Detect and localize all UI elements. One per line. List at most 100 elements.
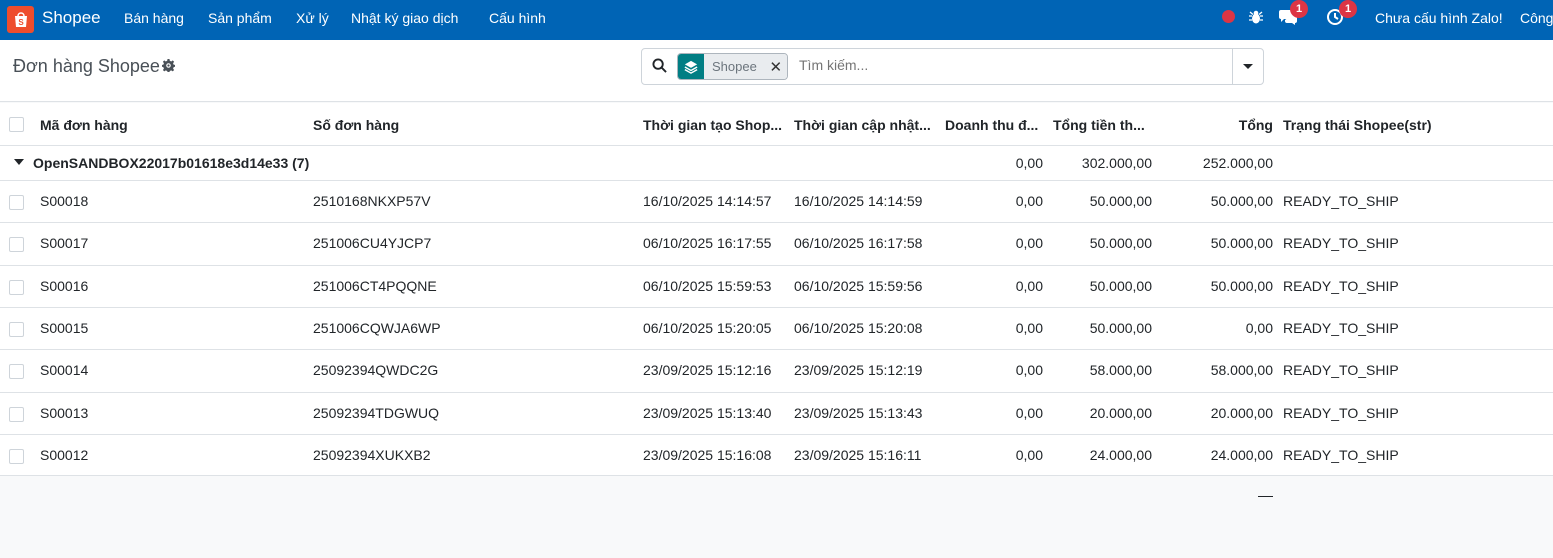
cell-total: 50.000,00 [1210, 278, 1273, 294]
cell-updated: 06/10/2025 16:17:58 [794, 235, 923, 251]
cell-total: 58.000,00 [1210, 362, 1273, 378]
cell-revenue: 0,00 [1015, 405, 1043, 421]
cell-updated: 06/10/2025 15:20:08 [794, 320, 923, 336]
cell-revenue: 0,00 [1015, 362, 1043, 378]
group-row[interactable]: OpenSANDBOX22017b01618e3d14e33 (7) 0,00 … [0, 146, 1553, 181]
col-total[interactable]: Tổng [1163, 117, 1273, 133]
cell-order-number: 25092394QWDC2G [313, 362, 439, 378]
cell-revenue: 0,00 [1015, 447, 1043, 463]
top-navbar: S Shopee Bán hàng Sản phẩm Xử lý Nhật ký… [0, 0, 1553, 40]
bug-icon[interactable] [1248, 9, 1264, 28]
col-created[interactable]: Thời gian tạo Shop... [643, 117, 782, 133]
cell-total: 50.000,00 [1210, 235, 1273, 251]
cell-created: 23/09/2025 15:13:40 [643, 405, 772, 421]
table-header: Mã đơn hàng Số đơn hàng Thời gian tạo Sh… [0, 103, 1553, 146]
cell-order-code: S00014 [40, 362, 89, 378]
col-status[interactable]: Trạng thái Shopee(str) [1283, 117, 1432, 133]
cell-revenue: 0,00 [1015, 278, 1043, 294]
cell-created: 06/10/2025 16:17:55 [643, 235, 772, 251]
status-dot-icon[interactable] [1222, 10, 1235, 23]
cell-total-amount: 50.000,00 [1089, 235, 1152, 251]
cell-updated: 23/09/2025 15:13:43 [794, 405, 923, 421]
cell-total-amount: 24.000,00 [1089, 447, 1152, 463]
search-input[interactable] [799, 57, 1199, 73]
menu-cau-hinh[interactable]: Cấu hình [489, 10, 546, 26]
cell-total: 20.000,00 [1210, 405, 1273, 421]
group-total: 252.000,00 [1202, 155, 1273, 171]
cell-total-amount: 50.000,00 [1089, 320, 1152, 336]
search-facet[interactable]: Shopee ✕ [677, 53, 788, 80]
cell-total-amount: 20.000,00 [1089, 405, 1152, 421]
control-panel: Đơn hàng Shopee Shopee ✕ [0, 40, 1553, 102]
cell-order-code: S00017 [40, 235, 89, 251]
search-icon[interactable] [652, 58, 667, 76]
cell-revenue: 0,00 [1015, 235, 1043, 251]
svg-text:S: S [18, 18, 24, 27]
col-total-amount[interactable]: Tổng tiền th... [1053, 117, 1145, 133]
cell-status: READY_TO_SHIP [1283, 405, 1399, 421]
row-checkbox[interactable] [9, 280, 24, 295]
row-checkbox[interactable] [9, 364, 24, 379]
col-updated[interactable]: Thời gian cập nhật... [794, 117, 931, 133]
cell-updated: 23/09/2025 15:12:19 [794, 362, 923, 378]
gear-icon[interactable] [162, 59, 175, 75]
menu-ban-hang[interactable]: Bán hàng [124, 10, 184, 26]
table-row[interactable]: S00014 25092394QWDC2G 23/09/2025 15:12:16 2… [0, 350, 1553, 393]
table-row[interactable]: S00016 251006CT4PQQNE 06/10/2025 15:59:53 0… [0, 266, 1553, 308]
cell-order-number: 251006CT4PQQNE [313, 278, 437, 294]
group-revenue: 0,00 [1015, 155, 1043, 171]
cell-status: READY_TO_SHIP [1283, 447, 1399, 463]
cell-created: 16/10/2025 14:14:57 [643, 193, 772, 209]
cell-total-amount: 50.000,00 [1089, 278, 1152, 294]
row-checkbox[interactable] [9, 322, 24, 337]
shopee-logo-icon[interactable]: S [7, 6, 34, 33]
cell-order-code: S00012 [40, 447, 89, 463]
row-checkbox[interactable] [9, 449, 24, 464]
facet-close-icon[interactable]: ✕ [764, 54, 787, 79]
menu-xu-ly[interactable]: Xử lý [296, 10, 329, 26]
row-checkbox[interactable] [9, 407, 24, 422]
cell-updated: 23/09/2025 15:16:11 [794, 447, 922, 463]
cell-status: READY_TO_SHIP [1283, 235, 1399, 251]
activity-badge: 1 [1339, 0, 1357, 18]
cell-order-number: 251006CU4YJCP7 [313, 235, 432, 251]
cell-created: 06/10/2025 15:59:53 [643, 278, 772, 294]
menu-nhat-ky-giao-dich[interactable]: Nhật ký giao dịch [351, 10, 458, 26]
table-row[interactable]: S00015 251006CQWJA6WP 06/10/2025 15:20:05 0… [0, 308, 1553, 350]
table-row[interactable]: S00018 2510168NKXP57V 16/10/2025 14:14:57 1… [0, 181, 1553, 223]
cell-order-number: 25092394XUKXB2 [313, 447, 431, 463]
table-row[interactable]: S00012 25092394XUKXB2 23/09/2025 15:16:08 2… [0, 435, 1553, 476]
zalo-status[interactable]: Chưa cấu hình Zalo! [1375, 10, 1503, 26]
col-order-number[interactable]: Số đơn hàng [313, 117, 399, 133]
facet-label: Shopee [704, 54, 765, 79]
cell-created: 23/09/2025 15:12:16 [643, 362, 772, 378]
col-revenue[interactable]: Doanh thu đ... [945, 117, 1038, 133]
menu-san-pham[interactable]: Sản phẩm [208, 10, 272, 26]
layers-icon [678, 54, 704, 79]
cell-order-number: 251006CQWJA6WP [313, 320, 441, 336]
orders-table: Mã đơn hàng Số đơn hàng Thời gian tạo Sh… [0, 103, 1553, 476]
cell-order-code: S00013 [40, 405, 89, 421]
cell-status: READY_TO_SHIP [1283, 193, 1399, 209]
page-title: Đơn hàng Shopee [13, 56, 160, 76]
cell-order-code: S00016 [40, 278, 89, 294]
cell-order-code: S00015 [40, 320, 89, 336]
cell-order-code: S00018 [40, 193, 89, 209]
table-row[interactable]: S00013 25092394TDGWUQ 23/09/2025 15:13:40 2… [0, 393, 1553, 435]
app-brand[interactable]: Shopee [42, 8, 101, 28]
company-switcher[interactable]: Công [1520, 10, 1553, 26]
col-order-code[interactable]: Mã đơn hàng [40, 117, 128, 133]
row-checkbox[interactable] [9, 237, 24, 252]
cell-updated: 06/10/2025 15:59:56 [794, 278, 923, 294]
cell-order-number: 2510168NKXP57V [313, 193, 431, 209]
search-bar[interactable]: Shopee ✕ [641, 48, 1233, 85]
cell-revenue: 0,00 [1015, 320, 1043, 336]
select-all-checkbox[interactable] [9, 117, 24, 132]
search-options-toggle[interactable] [1232, 48, 1264, 85]
cell-total-amount: 58.000,00 [1089, 362, 1152, 378]
row-checkbox[interactable] [9, 195, 24, 210]
cell-status: READY_TO_SHIP [1283, 362, 1399, 378]
group-total-amount: 302.000,00 [1081, 155, 1152, 171]
table-row[interactable]: S00017 251006CU4YJCP7 06/10/2025 16:17:55 0… [0, 223, 1553, 266]
cell-status: READY_TO_SHIP [1283, 278, 1399, 294]
